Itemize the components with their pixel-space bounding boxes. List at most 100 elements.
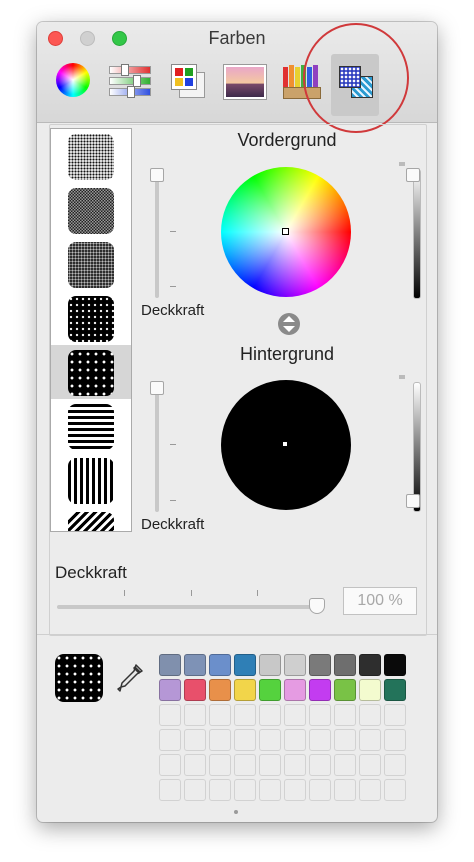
image-tab-icon xyxy=(224,65,266,99)
empty-swatch[interactable] xyxy=(184,704,206,726)
color-swatch[interactable] xyxy=(234,654,256,676)
empty-swatch[interactable] xyxy=(284,754,306,776)
palettes-tab-icon xyxy=(171,64,205,98)
resize-handle[interactable] xyxy=(234,810,238,814)
pattern-item[interactable] xyxy=(51,129,131,183)
swap-colors-icon[interactable] xyxy=(278,313,300,335)
empty-swatch[interactable] xyxy=(159,704,181,726)
color-swatch[interactable] xyxy=(334,679,356,701)
background-opacity-slider[interactable] xyxy=(155,384,159,512)
background-opacity-knob[interactable] xyxy=(150,381,164,395)
empty-swatch[interactable] xyxy=(209,704,231,726)
foreground-opacity-knob[interactable] xyxy=(150,168,164,182)
pattern-item[interactable] xyxy=(51,291,131,345)
color-swatch[interactable] xyxy=(309,679,331,701)
empty-swatch[interactable] xyxy=(309,729,331,751)
tab-crayons[interactable] xyxy=(279,60,323,100)
foreground-opacity-slider[interactable] xyxy=(155,176,159,298)
color-swatch[interactable] xyxy=(384,679,406,701)
color-swatch[interactable] xyxy=(209,679,231,701)
foreground-color-well[interactable] xyxy=(221,167,351,297)
color-swatch[interactable] xyxy=(259,654,281,676)
empty-swatch[interactable] xyxy=(259,754,281,776)
empty-swatch[interactable] xyxy=(309,754,331,776)
tab-color-palettes[interactable] xyxy=(165,60,207,100)
empty-swatch[interactable] xyxy=(384,754,406,776)
color-swatch[interactable] xyxy=(159,679,181,701)
empty-swatch[interactable] xyxy=(234,779,256,801)
empty-swatch[interactable] xyxy=(184,754,206,776)
slider-tick xyxy=(124,590,125,596)
tab-color-sliders[interactable] xyxy=(105,60,153,100)
background-color-well[interactable] xyxy=(221,380,351,510)
color-swatch[interactable] xyxy=(234,679,256,701)
empty-swatch[interactable] xyxy=(384,704,406,726)
empty-swatch[interactable] xyxy=(334,754,356,776)
empty-swatch[interactable] xyxy=(284,729,306,751)
empty-swatch[interactable] xyxy=(209,779,231,801)
background-brightness-knob[interactable] xyxy=(406,494,420,508)
current-pattern-well[interactable] xyxy=(55,654,103,702)
empty-swatch[interactable] xyxy=(209,754,231,776)
empty-swatch[interactable] xyxy=(309,704,331,726)
empty-swatch[interactable] xyxy=(334,704,356,726)
empty-swatch[interactable] xyxy=(184,729,206,751)
empty-swatch[interactable] xyxy=(259,704,281,726)
pattern-list[interactable] xyxy=(50,128,132,532)
pattern-item[interactable] xyxy=(51,183,131,237)
color-swatch[interactable] xyxy=(309,654,331,676)
pattern-item[interactable] xyxy=(51,453,131,507)
empty-swatch[interactable] xyxy=(384,779,406,801)
opacity-value-field[interactable]: 100 % xyxy=(343,587,417,615)
color-swatch[interactable] xyxy=(284,679,306,701)
empty-swatch[interactable] xyxy=(234,729,256,751)
pattern-item[interactable] xyxy=(51,237,131,291)
color-swatch[interactable] xyxy=(209,654,231,676)
color-swatch[interactable] xyxy=(359,654,381,676)
color-swatch[interactable] xyxy=(159,654,181,676)
color-swatch[interactable] xyxy=(259,679,281,701)
empty-swatch[interactable] xyxy=(309,779,331,801)
tab-patterns[interactable] xyxy=(331,54,379,116)
color-swatch[interactable] xyxy=(359,679,381,701)
color-picker-marker[interactable] xyxy=(282,228,289,235)
color-swatch[interactable] xyxy=(184,679,206,701)
pattern-item[interactable] xyxy=(51,399,131,453)
empty-swatch[interactable] xyxy=(159,754,181,776)
foreground-brightness-knob[interactable] xyxy=(406,168,420,182)
empty-swatch[interactable] xyxy=(359,704,381,726)
tab-image-palettes[interactable] xyxy=(220,60,266,100)
empty-swatch[interactable] xyxy=(234,754,256,776)
empty-swatch[interactable] xyxy=(284,704,306,726)
tab-color-wheel[interactable] xyxy=(51,60,93,100)
slider-tick xyxy=(257,590,258,596)
color-swatch[interactable] xyxy=(284,654,306,676)
empty-swatch[interactable] xyxy=(384,729,406,751)
pattern-item-selected[interactable] xyxy=(51,345,131,399)
color-swatch[interactable] xyxy=(184,654,206,676)
opacity-knob[interactable] xyxy=(309,598,325,614)
background-brightness-slider[interactable] xyxy=(413,382,421,512)
empty-swatch[interactable] xyxy=(334,729,356,751)
color-swatch[interactable] xyxy=(334,654,356,676)
empty-swatch[interactable] xyxy=(334,779,356,801)
empty-swatch[interactable] xyxy=(159,729,181,751)
empty-swatch[interactable] xyxy=(184,779,206,801)
color-swatch[interactable] xyxy=(384,654,406,676)
empty-swatch[interactable] xyxy=(359,729,381,751)
empty-swatch[interactable] xyxy=(209,729,231,751)
empty-swatch[interactable] xyxy=(359,779,381,801)
empty-swatch[interactable] xyxy=(359,754,381,776)
empty-swatch[interactable] xyxy=(259,779,281,801)
empty-swatch[interactable] xyxy=(159,779,181,801)
brightness-marker xyxy=(399,375,405,379)
empty-swatch[interactable] xyxy=(234,704,256,726)
pattern-item[interactable] xyxy=(51,507,131,531)
opacity-slider[interactable] xyxy=(57,605,319,609)
color-picker-marker[interactable] xyxy=(283,442,287,446)
brightness-marker xyxy=(399,162,405,166)
empty-swatch[interactable] xyxy=(284,779,306,801)
eyedropper-icon[interactable] xyxy=(115,662,145,696)
empty-swatch[interactable] xyxy=(259,729,281,751)
foreground-brightness-slider[interactable] xyxy=(413,169,421,299)
